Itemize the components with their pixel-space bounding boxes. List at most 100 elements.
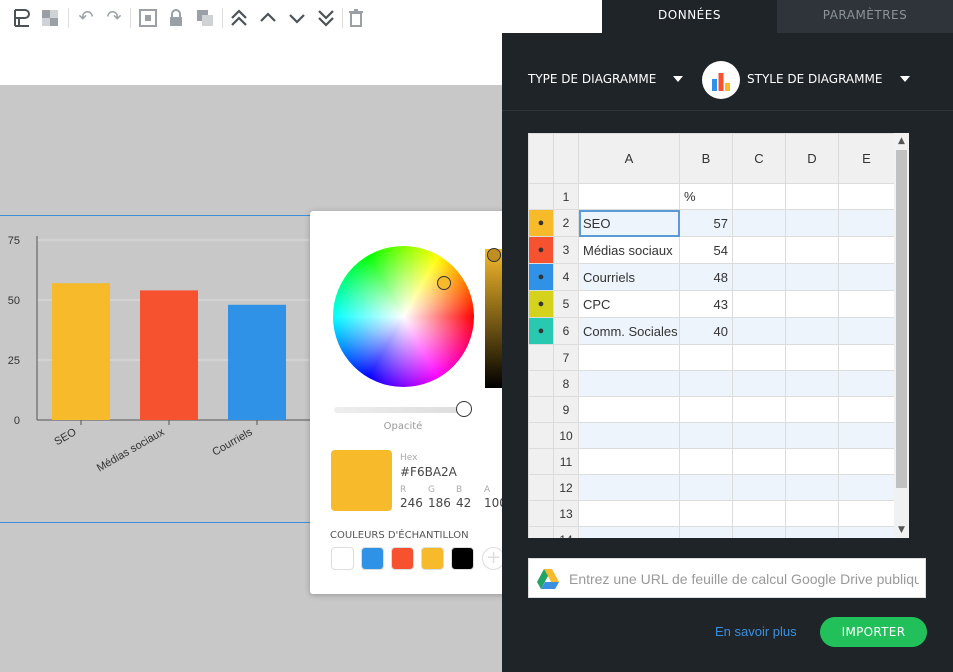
delete-icon[interactable] [344,6,368,30]
cell-empty[interactable] [732,422,786,449]
column-header[interactable]: E [838,133,895,184]
undo-icon[interactable]: ↶ [74,6,98,30]
chevron-down-icon[interactable] [673,76,683,82]
column-header[interactable]: B [679,133,733,184]
cell-a[interactable] [578,344,680,371]
row-number[interactable]: 8 [553,370,579,397]
row-number[interactable]: 7 [553,344,579,371]
row-number[interactable]: 12 [553,474,579,501]
series-color-drop-icon[interactable]: ● [528,290,554,318]
color-wheel-handle[interactable] [437,276,451,290]
row-number[interactable]: 10 [553,422,579,449]
chart-style-icon[interactable] [702,61,740,99]
bring-to-front-icon[interactable] [227,6,251,30]
series-color-drop-icon[interactable]: ● [528,236,554,264]
sample-color-swatch[interactable] [391,547,414,570]
cell-b[interactable]: 54 [679,236,733,264]
cell-empty[interactable] [785,448,839,475]
sheet-scroll-thumb[interactable] [896,150,907,488]
row-number[interactable]: 2 [553,209,579,237]
cell-a[interactable]: Comm. Sociales [578,317,680,345]
import-button[interactable]: IMPORTER [820,617,927,647]
cell-empty[interactable] [785,317,839,345]
cell-empty[interactable] [838,344,895,371]
data-spreadsheet[interactable]: A B C D E 1% ● 2 SEO 57 ● 3 Médias sociaux 54 ● 4 C… [528,133,909,538]
layout-icon[interactable] [10,6,34,30]
cell-empty[interactable] [838,290,895,318]
tab-parametres[interactable]: PARAMÈTRES [777,0,953,33]
row-number[interactable]: 4 [553,263,579,291]
chart-type-dropdown[interactable]: TYPE DE DIAGRAMME [528,72,656,86]
cell-empty[interactable] [732,317,786,345]
cell-empty[interactable] [838,317,895,345]
cell-a[interactable] [578,474,680,501]
cell-empty[interactable] [732,183,786,210]
cell-empty[interactable] [732,209,786,237]
chart-selection-frame[interactable]: 0 25 50 75 SEO Médias sociaux Courriels [0,215,330,523]
cell-a[interactable]: SEO [578,209,680,237]
row-number[interactable]: 9 [553,396,579,423]
cell-empty[interactable] [732,370,786,397]
row-number[interactable]: 14 [553,526,579,538]
cell-empty[interactable] [838,422,895,449]
cell-empty[interactable] [838,448,895,475]
blue-field[interactable]: B 42 [456,485,471,510]
cell-empty[interactable] [785,209,839,237]
cell-empty[interactable] [785,290,839,318]
cell-empty[interactable] [732,500,786,527]
cell-a[interactable] [578,500,680,527]
brightness-slider[interactable] [485,249,503,388]
cell-b[interactable]: 57 [679,209,733,237]
row-number[interactable]: 1 [553,183,579,210]
cell-empty[interactable] [838,209,895,237]
cell-a[interactable] [578,422,680,449]
sample-color-swatch[interactable] [361,547,384,570]
cell-b[interactable] [679,344,733,371]
cell-b[interactable] [679,500,733,527]
red-field[interactable]: R 246 [400,485,423,510]
cell-empty[interactable] [785,344,839,371]
cell-a[interactable] [578,370,680,397]
cell-empty[interactable] [838,370,895,397]
row-number[interactable]: 6 [553,317,579,345]
cell-b[interactable] [679,422,733,449]
cell-empty[interactable] [732,263,786,291]
cell-empty[interactable] [785,422,839,449]
duplicate-icon[interactable] [193,6,217,30]
cell-empty[interactable] [838,396,895,423]
cell-empty[interactable] [838,236,895,264]
cell-empty[interactable] [785,474,839,501]
cell-b[interactable] [679,448,733,475]
column-header[interactable]: A [578,133,680,184]
cell-b[interactable] [679,370,733,397]
column-header[interactable]: D [785,133,839,184]
cell-b[interactable] [679,474,733,501]
row-number[interactable]: 5 [553,290,579,318]
cell-empty[interactable] [838,183,895,210]
row-number[interactable]: 13 [553,500,579,527]
sheet-url-input[interactable] [569,568,919,590]
cell-empty[interactable] [732,474,786,501]
cell-a[interactable]: CPC [578,290,680,318]
cell-a[interactable]: Médias sociaux [578,236,680,264]
cell-empty[interactable] [785,396,839,423]
cell-a[interactable]: Courriels [578,263,680,291]
cell-empty[interactable] [785,500,839,527]
cell-empty[interactable] [838,474,895,501]
scroll-up-icon[interactable]: ▲ [894,134,909,148]
cell-empty[interactable] [785,370,839,397]
scroll-down-icon[interactable]: ▼ [894,523,909,537]
series-color-drop-icon[interactable]: ● [528,317,554,345]
cell-empty[interactable] [785,236,839,264]
learn-more-link[interactable]: En savoir plus [715,624,797,639]
cell-a[interactable] [578,448,680,475]
opacity-slider[interactable] [334,407,464,413]
chevron-down-icon[interactable] [900,76,910,82]
opacity-handle[interactable] [456,401,472,417]
chart-style-dropdown[interactable]: STYLE DE DIAGRAMME [747,72,882,86]
cell-b[interactable] [679,526,733,538]
cell-empty[interactable] [732,290,786,318]
send-to-back-icon[interactable] [314,6,338,30]
bring-forward-icon[interactable] [256,6,280,30]
cell-b[interactable]: 40 [679,317,733,345]
